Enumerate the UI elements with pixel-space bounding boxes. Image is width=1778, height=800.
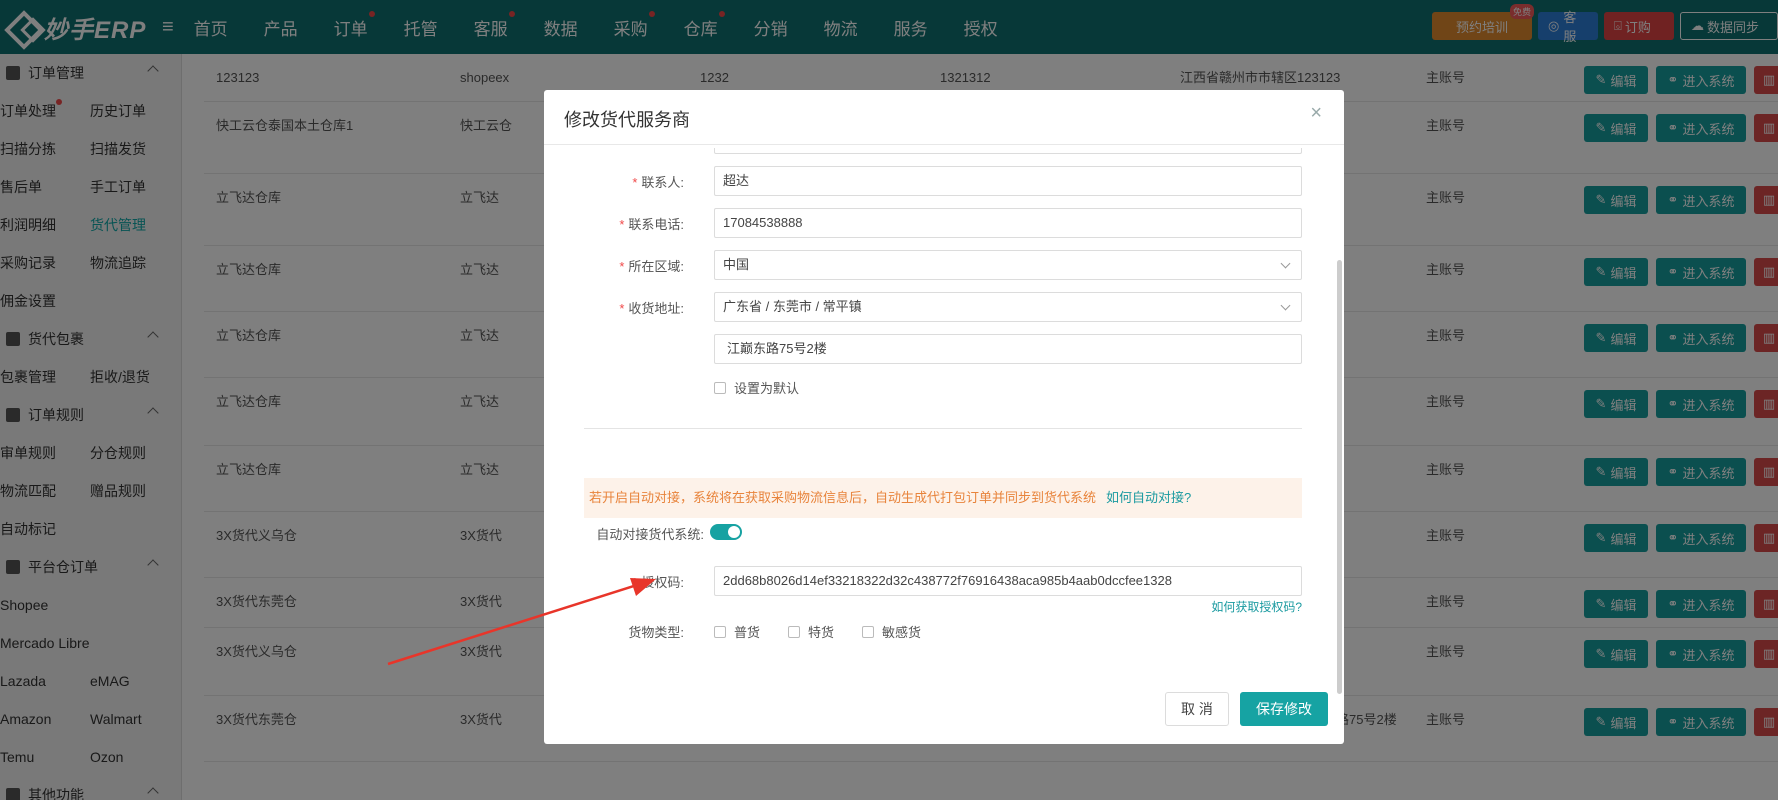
region-label: * 所在区域:: [619, 259, 684, 274]
address-value: 广东省 / 东莞市 / 常平镇: [723, 299, 862, 314]
phone-label: * 联系电话:: [619, 217, 684, 232]
dialog-title: 修改货代服务商: [564, 110, 690, 130]
dialog-header-divider: [544, 144, 1344, 145]
goods-type-label-text: 普货: [734, 625, 761, 640]
auto-connect-notice: 若开启自动对接，系统将在获取采购物流信息后，自动生成代打包订单并同步到货代系统如…: [584, 478, 1302, 518]
edit-provider-dialog: 修改货代服务商 × * 联系人: 超达 * 联系电话: 17084538888 * 所…: [544, 90, 1344, 744]
auto-connect-label: 自动对接货代系统:: [596, 527, 704, 542]
auth-code-label: * 授权码:: [632, 575, 684, 590]
region-value: 中国: [723, 257, 750, 272]
address-cascader[interactable]: 广东省 / 东莞市 / 常平镇: [714, 292, 1302, 322]
checkbox-box[interactable]: [714, 626, 726, 638]
how-to-auto-connect-link[interactable]: 如何自动对接?: [1106, 490, 1191, 505]
goods-type-checkbox[interactable]: 敏感货: [862, 622, 921, 641]
auth-code-input[interactable]: 2dd68b8026d14ef33218322d32c438772f769164…: [714, 566, 1302, 596]
auto-connect-toggle[interactable]: [710, 524, 742, 540]
phone-input[interactable]: 17084538888: [714, 208, 1302, 238]
chevron-down-icon: [1280, 258, 1291, 269]
cancel-button[interactable]: 取 消: [1165, 692, 1229, 726]
checkbox-box[interactable]: [788, 626, 801, 638]
goods-type-checkbox[interactable]: 特货: [788, 622, 834, 641]
goods-type-label: 货物类型:: [628, 625, 684, 640]
goods-type-label-text: 敏感货: [882, 625, 922, 640]
checkbox-box[interactable]: [862, 626, 875, 638]
checkbox-box[interactable]: [714, 382, 726, 394]
default-checkbox[interactable]: 设置为默认: [714, 378, 799, 397]
goods-type-label-text: 特货: [808, 625, 835, 640]
previous-textarea-edge: [714, 148, 1302, 154]
contact-label: * 联系人:: [632, 175, 684, 190]
goods-type-checkbox[interactable]: 普货: [714, 622, 760, 641]
contact-input[interactable]: 超达: [714, 166, 1302, 196]
address-detail-textarea[interactable]: 江巅东路75号2楼: [714, 334, 1302, 364]
section-divider: [584, 428, 1302, 429]
dialog-scrollbar[interactable]: [1337, 260, 1342, 694]
notice-text: 若开启自动对接，系统将在获取采购物流信息后，自动生成代打包订单并同步到货代系统: [589, 490, 1097, 505]
chevron-down-icon: [1280, 300, 1291, 311]
region-select[interactable]: 中国: [714, 250, 1302, 280]
how-to-get-auth-code-link[interactable]: 如何获取授权码?: [1211, 598, 1302, 615]
address-label: * 收货地址:: [619, 301, 684, 316]
close-icon[interactable]: ×: [1310, 102, 1322, 125]
save-changes-button[interactable]: 保存修改: [1240, 692, 1328, 726]
default-label: 设置为默认: [734, 381, 800, 396]
